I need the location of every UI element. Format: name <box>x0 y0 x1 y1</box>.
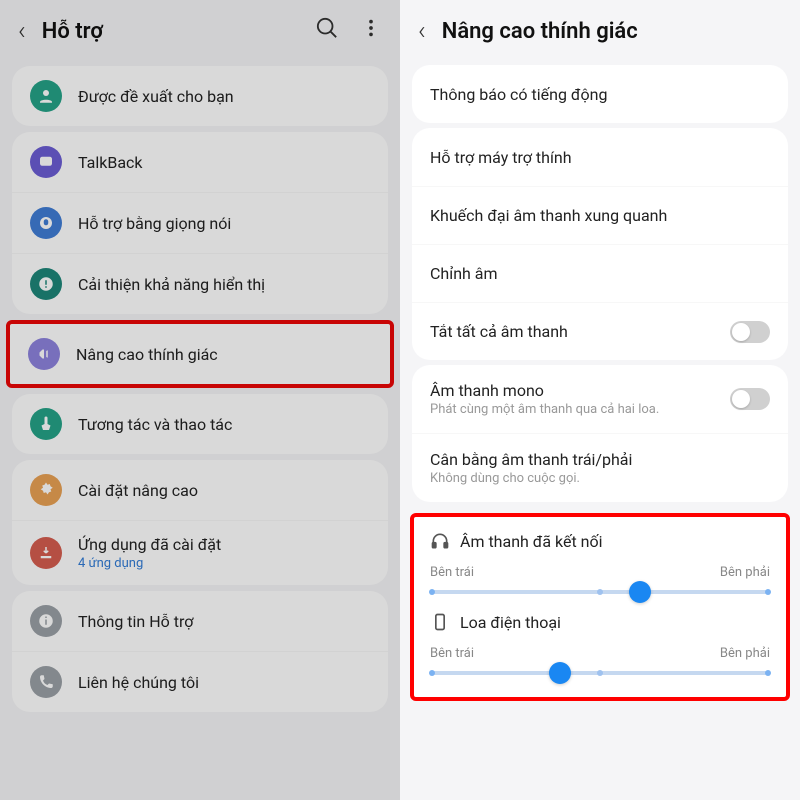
toggle-switch[interactable] <box>730 321 770 343</box>
phone-icon <box>30 666 62 698</box>
slider-left-label: Bên trái <box>430 565 474 580</box>
item-label: TalkBack <box>78 153 370 172</box>
slider-right-label: Bên phải <box>720 565 770 580</box>
header: ‹ Nâng cao thính giác <box>400 0 800 60</box>
list-item[interactable]: Ứng dụng đã cài đặt 4 ứng dụng <box>12 520 388 585</box>
list-item[interactable]: Cài đặt nâng cao <box>12 460 388 520</box>
item-label: Thông tin Hỗ trợ <box>78 612 370 631</box>
item-label: Hỗ trợ bằng giọng nói <box>78 214 370 233</box>
item-label: Nâng cao thính giác <box>76 345 372 364</box>
list-item[interactable]: Nâng cao thính giác <box>10 324 390 384</box>
search-icon[interactable] <box>316 17 338 45</box>
list-item[interactable]: Cân bằng âm thanh trái/phải Không dùng ch… <box>412 433 788 502</box>
item-label: Được đề xuất cho bạn <box>78 87 370 106</box>
more-icon[interactable] <box>360 17 382 45</box>
list-item[interactable]: Liên hệ chúng tôi <box>12 651 388 712</box>
item-label: Khuếch đại âm thanh xung quanh <box>430 206 770 225</box>
recommend-icon <box>30 80 62 112</box>
list-item[interactable]: Hỗ trợ máy trợ thính <box>412 128 788 186</box>
list-item[interactable]: Chỉnh âm <box>412 244 788 302</box>
list-item[interactable]: Tắt tất cả âm thanh <box>412 302 788 360</box>
item-subtitle: 4 ứng dụng <box>78 556 370 571</box>
balance-slider-group: Loa điện thoại Bên trái Bên phải <box>430 612 770 675</box>
item-label: Liên hệ chúng tôi <box>78 673 370 692</box>
phone-outline-icon <box>430 612 450 632</box>
list-item[interactable]: Được đề xuất cho bạn <box>12 66 388 126</box>
balance-slider-group: Âm thanh đã kết nối Bên trái Bên phải <box>430 531 770 594</box>
item-label: Cải thiện khả năng hiển thị <box>78 275 370 294</box>
item-label: Tương tác và thao tác <box>78 415 370 434</box>
list-item[interactable]: TalkBack <box>12 132 388 192</box>
display-icon <box>30 268 62 300</box>
page-title: Nâng cao thính giác <box>442 19 782 44</box>
info-icon <box>30 605 62 637</box>
balance-slider[interactable] <box>432 590 768 594</box>
toggle-switch[interactable] <box>730 388 770 410</box>
slider-right-label: Bên phải <box>720 646 770 661</box>
accessibility-list-screen: ‹ Hỗ trợ Được đề xuất cho bạn TalkBack Hỗ … <box>0 0 400 800</box>
slider-title: Loa điện thoại <box>460 613 561 632</box>
page-title: Hỗ trợ <box>42 19 300 44</box>
slider-left-label: Bên trái <box>430 646 474 661</box>
back-icon[interactable]: ‹ <box>18 16 26 46</box>
item-label: Cân bằng âm thanh trái/phải <box>430 450 770 469</box>
list-item[interactable]: Khuếch đại âm thanh xung quanh <box>412 186 788 244</box>
gear-icon <box>30 474 62 506</box>
item-label: Ứng dụng đã cài đặt <box>78 535 370 554</box>
touch-icon <box>30 408 62 440</box>
item-label: Cài đặt nâng cao <box>78 481 370 500</box>
slider-title: Âm thanh đã kết nối <box>460 532 603 551</box>
list-item[interactable]: Cải thiện khả năng hiển thị <box>12 253 388 314</box>
list-item[interactable]: Thông tin Hỗ trợ <box>12 591 388 651</box>
balance-slider[interactable] <box>432 671 768 675</box>
list-item[interactable]: Thông báo có tiếng động <box>412 65 788 123</box>
header: ‹ Hỗ trợ <box>0 0 400 60</box>
list-item[interactable]: Âm thanh mono Phát cùng một âm thanh qua … <box>412 365 788 433</box>
hearing-enhancement-screen: ‹ Nâng cao thính giác Thông báo có tiếng… <box>400 0 800 800</box>
hearing-icon <box>28 338 60 370</box>
list-item[interactable]: Hỗ trợ bằng giọng nói <box>12 192 388 253</box>
settings-list: Được đề xuất cho bạn TalkBack Hỗ trợ bằng … <box>0 60 400 718</box>
slider-thumb[interactable] <box>629 581 651 603</box>
item-subtitle: Phát cùng một âm thanh qua cả hai loa. <box>430 402 714 417</box>
item-subtitle: Không dùng cho cuộc gọi. <box>430 471 770 486</box>
item-label: Hỗ trợ máy trợ thính <box>430 148 770 167</box>
settings-list: Thông báo có tiếng động Hỗ trợ máy trợ th… <box>400 60 800 507</box>
voice-icon <box>30 207 62 239</box>
list-item[interactable]: Tương tác và thao tác <box>12 394 388 454</box>
audio-balance-panel: Âm thanh đã kết nốiBên tráiBên phảiLoa đ… <box>410 513 790 701</box>
item-label: Chỉnh âm <box>430 264 770 283</box>
headphones-icon <box>430 531 450 551</box>
item-label: Thông báo có tiếng động <box>430 85 770 104</box>
slider-thumb[interactable] <box>549 662 571 684</box>
item-label: Âm thanh mono <box>430 381 714 400</box>
download-icon <box>30 537 62 569</box>
talkback-icon <box>30 146 62 178</box>
item-label: Tắt tất cả âm thanh <box>430 322 714 341</box>
back-icon[interactable]: ‹ <box>418 16 426 46</box>
